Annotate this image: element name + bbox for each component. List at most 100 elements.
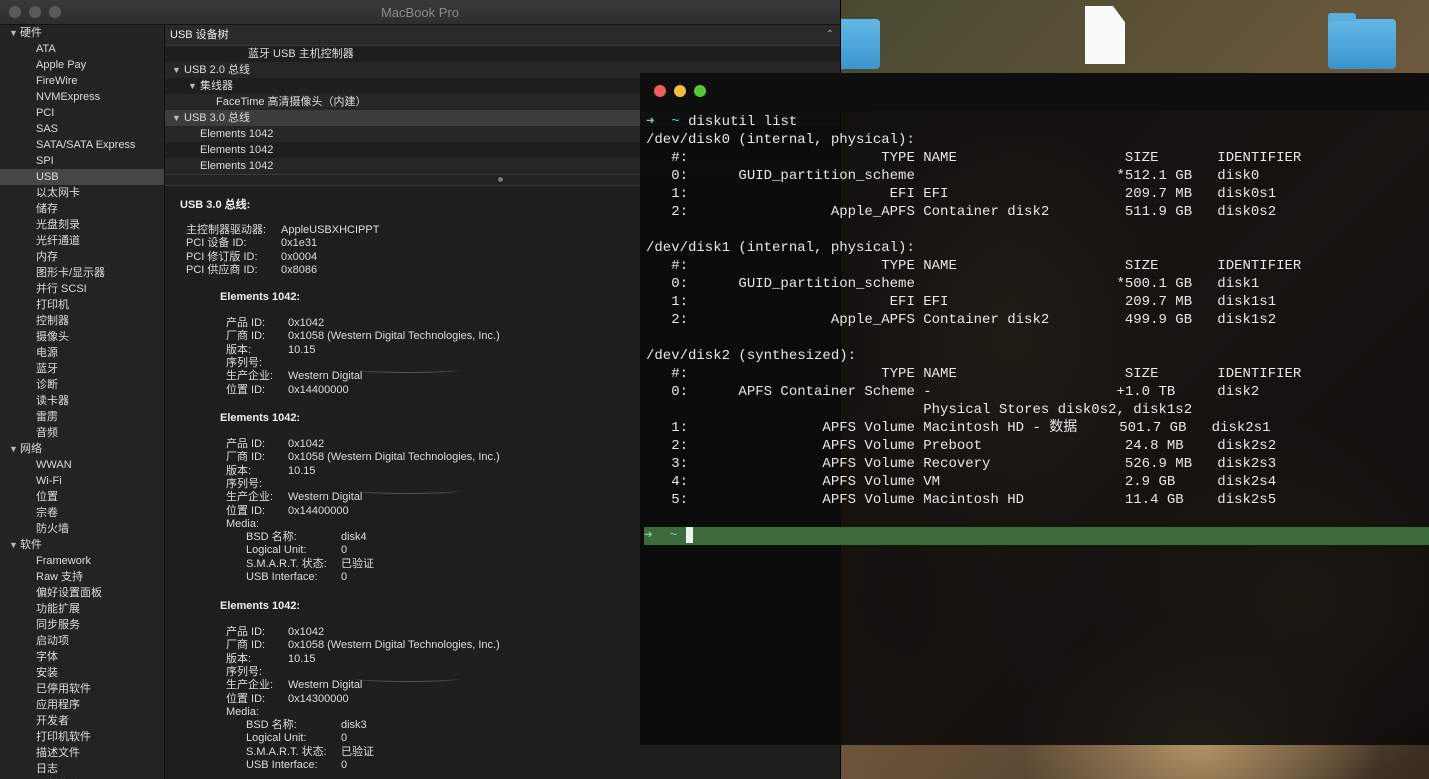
property-value: Western Digital — [288, 679, 363, 692]
sidebar-item[interactable]: 同步服务 — [0, 617, 164, 633]
disclosure-triangle-icon[interactable]: ▼ — [172, 62, 181, 78]
terminal-output-line: 2: APFS Volume Preboot 24.8 MB disk2s2 — [646, 438, 1277, 454]
sidebar-item[interactable]: 蓝牙 — [0, 361, 164, 377]
sidebar-item[interactable]: 电源 — [0, 345, 164, 361]
sidebar-item-label: 应用程序 — [36, 699, 80, 711]
sidebar-item[interactable]: SAS — [0, 121, 164, 137]
tree-row-label: Elements 1042 — [200, 160, 274, 172]
sidebar-item[interactable]: Wi-Fi — [0, 473, 164, 489]
property-value: Western Digital — [288, 370, 363, 383]
sidebar-item[interactable]: 偏好设置面板 — [0, 585, 164, 601]
sidebar-item[interactable]: SPI — [0, 153, 164, 169]
disclosure-triangle-icon[interactable]: ▼ — [9, 537, 18, 553]
sidebar-item[interactable]: 安装 — [0, 665, 164, 681]
minimize-button[interactable] — [674, 85, 686, 97]
sidebar-item[interactable]: 雷雳 — [0, 409, 164, 425]
terminal-titlebar[interactable] — [640, 73, 1429, 111]
property-key: 生产企业: — [226, 491, 274, 504]
sidebar-group[interactable]: ▼ 软件 — [0, 537, 164, 553]
zoom-button[interactable] — [694, 85, 706, 97]
sidebar-item-label: 描述文件 — [36, 747, 80, 759]
property-key: 产品 ID: — [226, 317, 266, 329]
sidebar-item[interactable]: 启动项 — [0, 633, 164, 649]
sidebar-group[interactable]: ▼ 硬件 — [0, 25, 164, 41]
sidebar-item[interactable]: 已停用软件 — [0, 681, 164, 697]
property-row: 位置 ID: 0x14400000 — [226, 504, 349, 518]
property-row: 版本: 10.15 — [226, 465, 316, 478]
sidebar-item[interactable]: USB — [0, 169, 164, 185]
sidebar-item[interactable]: 位置 — [0, 489, 164, 505]
property-key: 版本: — [226, 652, 252, 665]
sidebar-item[interactable]: 光纤通道 — [0, 233, 164, 249]
terminal-output-line: 2: Apple_APFS Container disk2 511.9 GB d… — [646, 204, 1277, 220]
property-value: 0 — [341, 544, 348, 557]
sidebar-item[interactable]: 打印机软件 — [0, 729, 164, 745]
property-key: 版本: — [226, 343, 252, 356]
sidebar-item-label: 打印机软件 — [36, 731, 91, 743]
document-icon[interactable] — [1085, 6, 1125, 64]
property-row: USB Interface: 0 — [246, 759, 347, 772]
sidebar-item[interactable]: 以太网卡 — [0, 185, 164, 201]
terminal-output[interactable]: ➜ ~ diskutil list /dev/disk0 (internal, … — [646, 113, 1429, 509]
sidebar-item[interactable]: 控制器 — [0, 313, 164, 329]
tree-row-label: USB 3.0 总线 — [184, 112, 251, 124]
window-titlebar[interactable]: MacBook Pro — [0, 0, 840, 25]
sidebar-item[interactable]: NVMExpress — [0, 89, 164, 105]
sidebar-item[interactable]: FireWire — [0, 73, 164, 89]
divider-handle-icon[interactable] — [498, 177, 503, 182]
sidebar-item[interactable]: 音频 — [0, 425, 164, 441]
sidebar-item[interactable]: 应用程序 — [0, 697, 164, 713]
terminal-window[interactable]: ➜ ~ diskutil list /dev/disk0 (internal, … — [640, 73, 1429, 745]
sidebar-item[interactable]: 光盘刻录 — [0, 217, 164, 233]
property-key: 位置 ID: — [226, 692, 266, 705]
sidebar-item[interactable]: WWAN — [0, 457, 164, 473]
prompt-directory: ~ — [671, 114, 680, 130]
property-row: USB Interface: 0 — [246, 571, 347, 584]
sidebar-item-label: 摄像头 — [36, 331, 69, 343]
sidebar-item[interactable]: 宗卷 — [0, 505, 164, 521]
sidebar-item[interactable]: Framework — [0, 553, 164, 569]
sidebar-item[interactable]: 字体 — [0, 649, 164, 665]
disclosure-triangle-icon[interactable]: ▼ — [188, 78, 197, 94]
property-key: 位置 ID: — [226, 504, 266, 517]
command-text: diskutil list — [688, 114, 798, 130]
sidebar-item[interactable]: 描述文件 — [0, 745, 164, 761]
sidebar-item[interactable]: 摄像头 — [0, 329, 164, 345]
terminal-output-line: #: TYPE NAME SIZE IDENTIFIER — [646, 150, 1302, 166]
sidebar-item[interactable]: 储存 — [0, 201, 164, 217]
property-row: BSD 名称: disk3 — [246, 719, 367, 732]
sidebar-item[interactable]: PCI — [0, 105, 164, 121]
active-prompt-line[interactable]: ➜ ~ — [644, 527, 1429, 545]
folder-icon[interactable] — [1328, 13, 1396, 69]
sidebar-item[interactable]: 诊断 — [0, 377, 164, 393]
property-value: 10.15 — [288, 464, 316, 477]
sidebar-item[interactable]: 开发者 — [0, 713, 164, 729]
sidebar-item[interactable]: 防火墙 — [0, 521, 164, 537]
sidebar-item[interactable]: Apple Pay — [0, 57, 164, 73]
sidebar-item[interactable]: 图形卡/显示器 — [0, 265, 164, 281]
chevron-up-icon[interactable]: ⌃ — [826, 25, 834, 45]
sidebar-item-label: 储存 — [36, 203, 58, 215]
sidebar-item[interactable]: 读卡器 — [0, 393, 164, 409]
close-button[interactable] — [654, 85, 666, 97]
sidebar-item[interactable]: 内存 — [0, 249, 164, 265]
sidebar-item[interactable]: SATA/SATA Express — [0, 137, 164, 153]
disclosure-triangle-icon[interactable]: ▼ — [172, 110, 181, 126]
tree-row[interactable]: 蓝牙 USB 主机控制器 — [165, 46, 840, 62]
usb-device-tree-header[interactable]: USB 设备树 ⌃ — [165, 25, 840, 46]
sidebar-item[interactable]: 并行 SCSI — [0, 281, 164, 297]
sidebar-item[interactable]: 功能扩展 — [0, 601, 164, 617]
tree-row-label: Elements 1042 — [200, 128, 274, 140]
sidebar-item[interactable]: 日志 — [0, 761, 164, 777]
sidebar-item-label: 日志 — [36, 763, 58, 775]
sidebar-item[interactable]: Raw 支持 — [0, 569, 164, 585]
sidebar[interactable]: ▼ 硬件 ATA Apple Pay FireWire NVMExpress PCI SAS S… — [0, 25, 165, 779]
property-key: USB Interface: — [246, 571, 318, 583]
sidebar-group[interactable]: ▼ 网络 — [0, 441, 164, 457]
sidebar-item[interactable]: ATA — [0, 41, 164, 57]
disclosure-triangle-icon[interactable]: ▼ — [9, 25, 18, 41]
disclosure-triangle-icon[interactable]: ▼ — [9, 441, 18, 457]
sidebar-item-label: 宗卷 — [36, 507, 58, 519]
sidebar-item[interactable]: 打印机 — [0, 297, 164, 313]
sidebar-item-label: 光盘刻录 — [36, 219, 80, 231]
